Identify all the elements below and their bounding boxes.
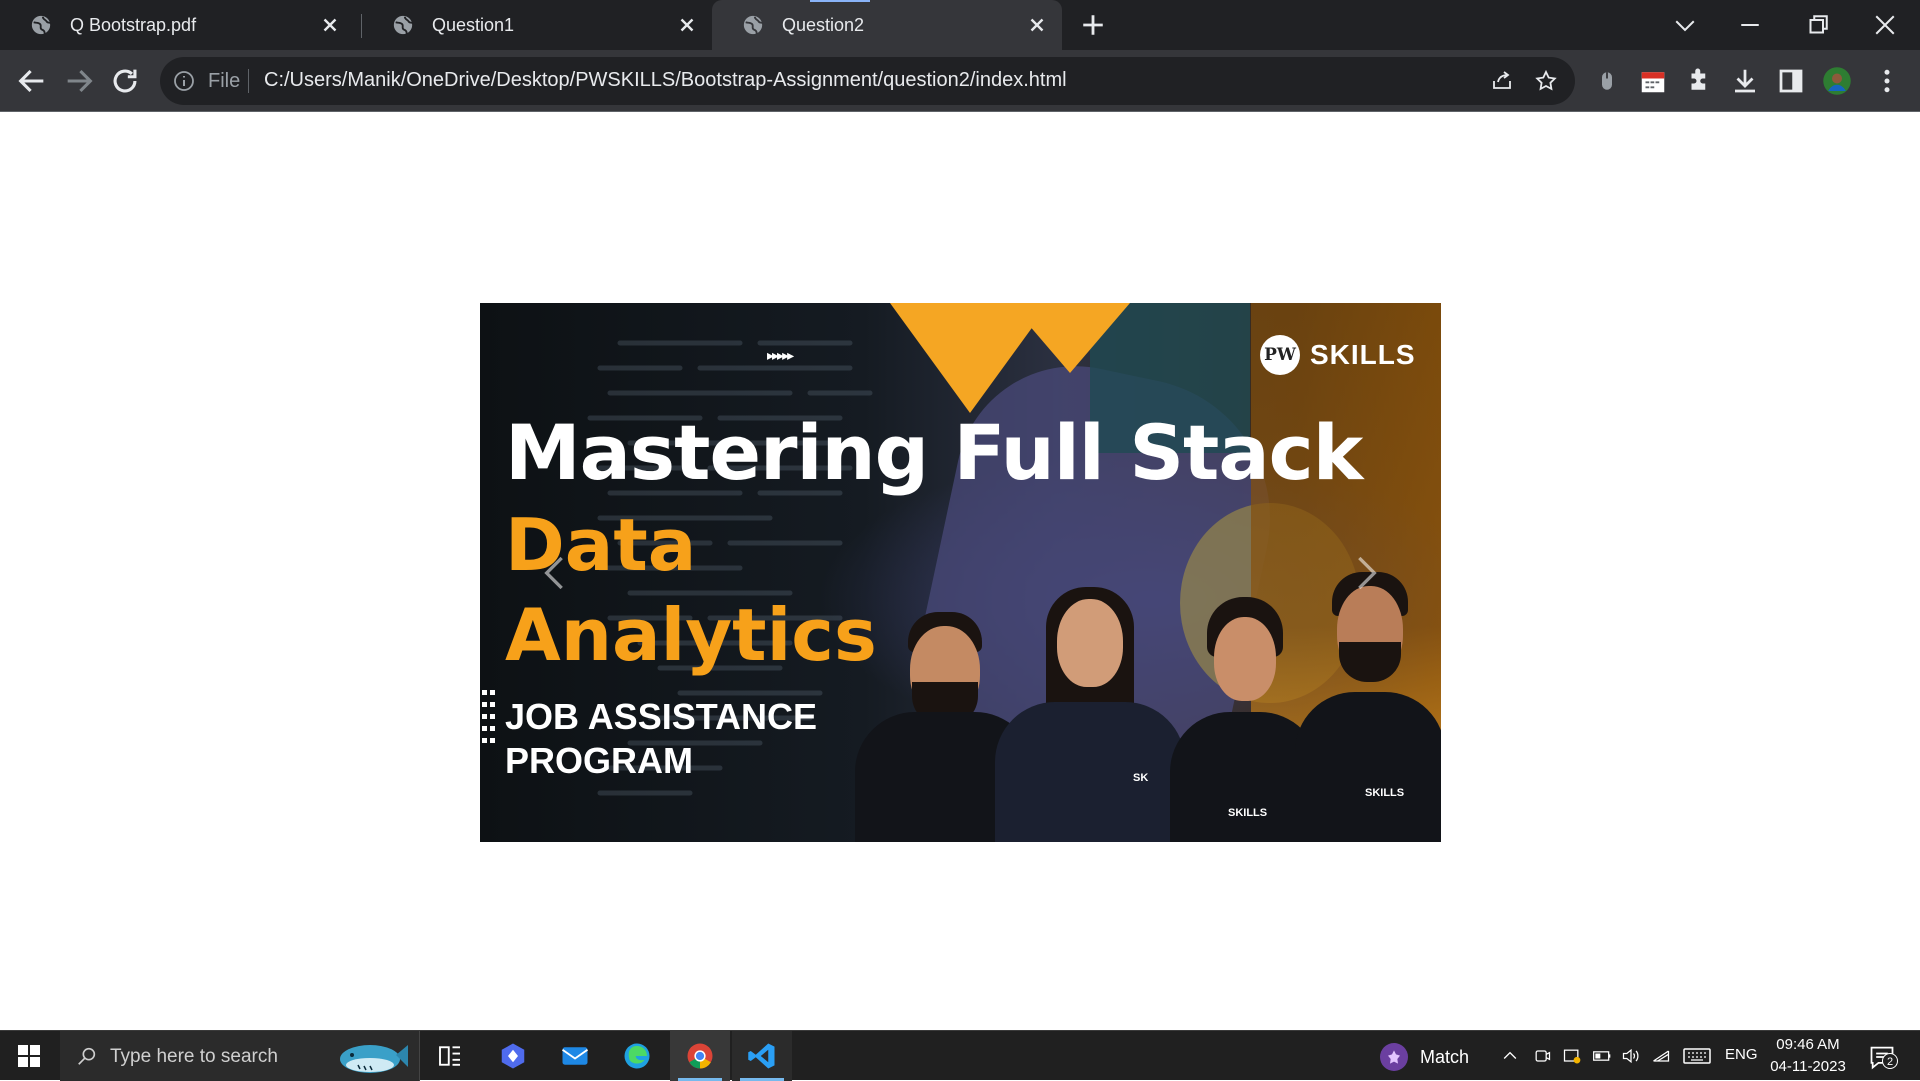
clock-time[interactable]: 09:46 AM [1773,1036,1843,1053]
banner-title: Mastering Full Stack [505,408,1363,497]
reload-icon[interactable] [108,64,142,98]
scheme-label: File [208,70,241,92]
extension-calendar-icon[interactable] [1638,66,1668,96]
mail-icon [561,1047,589,1065]
taskbar-chrome[interactable] [670,1031,730,1081]
active-tab-indicator [810,0,870,2]
taskbar-match-widget[interactable]: Match [1380,1043,1469,1071]
wifi-icon[interactable] [1651,1046,1671,1066]
match-label: Match [1420,1046,1470,1067]
tab-question1[interactable]: Question1 [362,0,712,50]
extension-mouse-icon[interactable] [1592,66,1622,96]
tab-label: Question1 [432,14,515,35]
bookmark-star-icon[interactable] [1534,69,1558,93]
info-icon[interactable] [172,69,196,93]
shirt-logo: SKILLS [1228,807,1268,819]
restore-icon[interactable] [1803,10,1833,40]
globe-icon [31,15,51,35]
chrome-icon [687,1043,713,1069]
address-bar[interactable]: File C:/Users/Manik/OneDrive/Desktop/PWS… [160,57,1575,105]
windows-start-icon[interactable] [17,1044,41,1068]
match-widget-icon [1380,1043,1408,1071]
back-icon[interactable] [15,64,49,98]
banner-program-line2: PROGRAM [505,740,693,781]
pw-logo-icon: PW [1260,335,1300,375]
arrows-decoration: ▸▸▸▸▸ [767,347,794,363]
tab-search-chevron-icon[interactable] [1670,10,1700,40]
extensions-puzzle-icon[interactable] [1684,66,1714,96]
task-view-icon [439,1046,460,1066]
image-carousel[interactable]: ▸▸▸▸▸ PW SKILLS SK SKILLS SKILLS Masteri… [480,303,1441,842]
tab-label: Q Bootstrap.pdf [70,14,197,35]
profile-avatar[interactable] [1822,66,1852,96]
minimize-icon[interactable] [1735,10,1765,40]
carousel-slide: ▸▸▸▸▸ PW SKILLS SK SKILLS SKILLS Masteri… [480,303,1441,842]
download-icon[interactable] [1730,66,1760,96]
taskbar-task-view[interactable] [420,1031,480,1081]
banner-subtitle-line1: Data [505,503,697,587]
touch-keyboard-icon[interactable] [1683,1046,1711,1066]
clock-date[interactable]: 04-11-2023 [1765,1058,1851,1075]
banner-program-line1: JOB ASSISTANCE [505,696,818,737]
globe-icon [393,15,413,35]
side-panel-icon[interactable] [1776,66,1806,96]
security-alert-icon[interactable] [1562,1046,1582,1066]
taskbar-copilot[interactable] [483,1031,543,1081]
tab-question2[interactable]: Question2 [712,0,1062,50]
chevron-right-icon[interactable] [1346,553,1386,593]
search-icon [78,1047,96,1065]
whale-search-highlight-icon [340,1045,408,1073]
tab-label: Question2 [782,14,865,35]
input-language[interactable]: ENG [1725,1046,1758,1063]
brand-name: SKILLS [1310,339,1416,370]
taskbar-vscode[interactable] [732,1031,792,1081]
tab-bootstrap-pdf[interactable]: Q Bootstrap.pdf [0,0,355,50]
close-tab-icon[interactable] [319,14,341,36]
meet-now-icon[interactable] [1532,1046,1552,1066]
presenter-photo: SK [995,587,1185,842]
close-tab-icon[interactable] [676,14,698,36]
banner-subtitle-line2: Analytics [505,593,877,677]
taskbar-search-box[interactable]: Type here to search [60,1031,420,1081]
shirt-logo: SK [1133,772,1149,784]
orange-triangle-shape [1010,303,1130,373]
close-tab-icon[interactable] [1026,14,1048,36]
presenter-photo: SKILLS [1295,572,1441,842]
battery-icon[interactable] [1592,1046,1612,1066]
taskbar: Type here to search Match ENG 09:46 AM 0… [0,1030,1920,1081]
taskbar-mail[interactable] [545,1031,605,1081]
copilot-icon [501,1043,525,1069]
vscode-icon [748,1043,775,1069]
notification-count-badge: 2 [1882,1053,1898,1069]
url-text[interactable]: C:/Users/Manik/OneDrive/Desktop/PWSKILLS… [264,69,1067,92]
omnibox-divider [248,69,249,93]
browser-toolbar: File C:/Users/Manik/OneDrive/Desktop/PWS… [0,50,1920,112]
new-tab-icon[interactable] [1080,12,1106,38]
edge-icon [624,1043,650,1069]
search-placeholder: Type here to search [110,1046,278,1067]
show-hidden-icons-chevron-icon[interactable] [1500,1046,1520,1066]
close-window-icon[interactable] [1870,10,1900,40]
shirt-logo: SKILLS [1365,787,1405,799]
globe-icon [743,15,763,35]
chevron-left-icon[interactable] [535,553,575,593]
volume-icon[interactable] [1621,1046,1641,1066]
forward-icon[interactable] [62,64,96,98]
share-icon[interactable] [1490,69,1514,93]
tab-strip: Q Bootstrap.pdf Question1 Question2 [0,0,1920,50]
kebab-menu-icon[interactable] [1872,66,1902,96]
pw-skills-logo: PW SKILLS [1260,335,1416,375]
dots-decoration [482,690,495,743]
taskbar-edge[interactable] [607,1031,667,1081]
page-viewport: ▸▸▸▸▸ PW SKILLS SK SKILLS SKILLS Masteri… [0,113,1920,1030]
